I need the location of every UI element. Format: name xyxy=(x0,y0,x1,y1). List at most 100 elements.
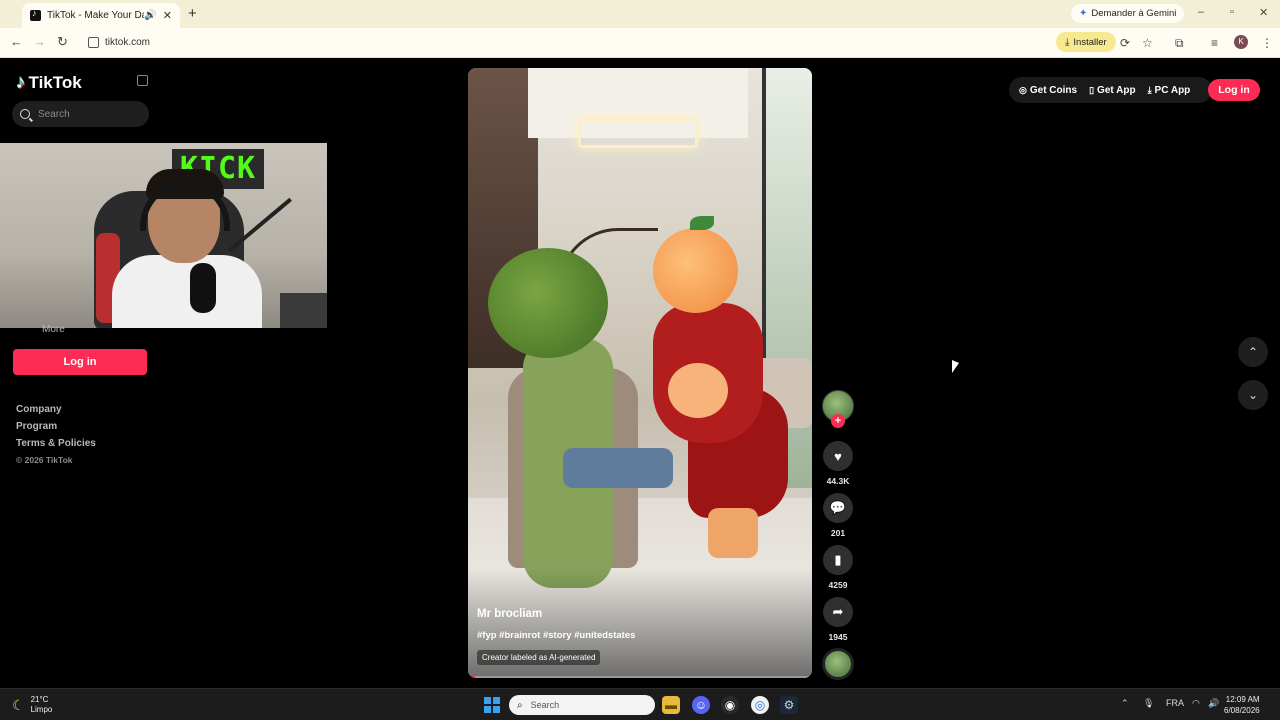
get-app-button[interactable]: ▯ Get App xyxy=(1089,85,1135,96)
clock-date: 6/08/2026 xyxy=(1224,706,1260,715)
maximize-icon[interactable]: ▫ xyxy=(1230,6,1234,18)
get-coins-label: Get Coins xyxy=(1029,84,1078,96)
wifi-icon[interactable]: ◠ xyxy=(1192,698,1200,709)
header-login-button[interactable]: Log in xyxy=(1208,79,1260,101)
taskbar-search-placeholder: Search xyxy=(530,700,560,710)
extensions-icon[interactable]: ⧉ xyxy=(1175,36,1184,51)
clock-time: 12:09 AM xyxy=(1225,695,1260,704)
ceiling-light xyxy=(578,118,698,148)
tray-overflow-icon[interactable]: ⌃ xyxy=(1121,698,1129,709)
taskbar-search[interactable]: ⌕ Search xyxy=(509,695,655,715)
pc-app-label: PC App xyxy=(1154,84,1191,96)
comment-count: 201 xyxy=(830,528,846,538)
browser-tab[interactable]: TikTok - Make Your Day 🔊 ✕ xyxy=(22,3,180,28)
obs-icon[interactable]: ◉ xyxy=(721,696,739,714)
video-caption[interactable]: #fyp #brainrot #story #unitedstates xyxy=(477,630,635,641)
search-input[interactable]: Search xyxy=(12,101,149,127)
gemini-button[interactable]: ✦ Demander à Gemini xyxy=(1071,4,1185,23)
gemini-spark-icon: ✦ xyxy=(1079,8,1088,19)
discord-icon[interactable]: ☺ xyxy=(692,696,710,714)
save-count: 4259 xyxy=(828,580,848,590)
microphone xyxy=(190,263,216,313)
site-info-icon[interactable] xyxy=(88,37,99,48)
broccoli-character xyxy=(488,248,608,358)
tiktok-note-icon: ♪ xyxy=(16,72,26,93)
copyright: © 2026 TikTok xyxy=(16,455,73,465)
bookmark-star-icon[interactable]: ☆ xyxy=(1142,36,1153,50)
header-pill: ◎ Get Coins ▯ Get App ⤓ PC App xyxy=(1009,77,1213,103)
comment-button[interactable]: 💬 xyxy=(823,493,853,523)
volume-icon[interactable]: 🔊 xyxy=(1208,698,1219,709)
mouse-cursor-icon xyxy=(952,360,959,373)
header-actions: ◎ Get Coins ▯ Get App ⤓ PC App xyxy=(1009,77,1213,103)
chrome-icon[interactable]: ◎ xyxy=(751,696,769,714)
taskbar: ☾ 21°C Limpo ⌕ Search ▬ ☺ ◉ ◎ ⚙ ⌃ 🎙 FRA … xyxy=(0,688,1280,720)
close-window-icon[interactable]: ✕ xyxy=(1259,6,1268,19)
peach-character xyxy=(653,228,738,313)
search-icon: ⌕ xyxy=(517,699,523,711)
brand-name: TikTok xyxy=(28,73,82,92)
media-controls-icon[interactable]: ≡ xyxy=(1211,36,1218,50)
ai-generated-badge: Creator labeled as AI-generated xyxy=(477,650,601,665)
minimize-icon[interactable]: – xyxy=(1198,6,1204,18)
video-progress-bar[interactable] xyxy=(468,676,812,678)
follow-plus-icon[interactable]: + xyxy=(831,414,845,428)
next-video-button[interactable]: ⌄ xyxy=(1238,380,1268,410)
download-icon: ⤓ xyxy=(1147,84,1152,95)
reload-icon[interactable]: ↻ xyxy=(57,34,68,50)
tiktok-logo[interactable]: ♪ TikTok xyxy=(16,72,82,94)
collapse-sidebar-icon[interactable] xyxy=(137,75,148,86)
footer-link-program[interactable]: Program xyxy=(16,421,96,432)
sidebar-login-button[interactable]: Log in xyxy=(13,349,147,375)
share-button[interactable]: ➦ xyxy=(823,597,853,627)
windows-start-icon[interactable] xyxy=(484,697,500,713)
address-bar[interactable]: tiktok.com xyxy=(80,32,1105,54)
search-placeholder: Search xyxy=(38,108,70,120)
system-clock[interactable]: 12:09 AM 6/08/2026 xyxy=(1224,694,1260,716)
install-icon: ⤓ xyxy=(1065,36,1070,48)
comment-icon: 💬 xyxy=(829,500,847,515)
previous-video-button[interactable]: ⌃ xyxy=(1238,337,1268,367)
weather-condition: Limpo xyxy=(30,705,53,714)
steam-icon[interactable]: ⚙ xyxy=(780,696,798,714)
profile-avatar[interactable]: K xyxy=(1234,35,1248,49)
browser-tab-strip: TikTok - Make Your Day 🔊 ✕ + ✦ Demander … xyxy=(0,0,1280,28)
save-button[interactable]: ▮ xyxy=(823,545,853,575)
sidebar-item-more[interactable]: More xyxy=(42,324,65,335)
video-player[interactable]: Mr brocliam #fyp #brainrot #story #unite… xyxy=(468,68,812,678)
phone-icon: ▯ xyxy=(1089,84,1095,95)
get-coins-button[interactable]: ◎ Get Coins xyxy=(1019,85,1077,96)
webcam-overlay: KICK xyxy=(0,143,327,328)
install-label: Installer xyxy=(1073,36,1107,48)
microphone-icon[interactable]: 🎙 xyxy=(1143,698,1154,709)
weather-widget[interactable]: ☾ 21°C Limpo xyxy=(12,695,52,715)
footer-link-company[interactable]: Company xyxy=(16,404,96,415)
bookmark-icon: ▮ xyxy=(834,552,842,567)
share-count: 1945 xyxy=(828,632,848,642)
language-indicator[interactable]: FRA xyxy=(1166,698,1184,708)
speaker-icon[interactable]: 🔊 xyxy=(144,10,156,21)
translate-icon[interactable]: ⟳ xyxy=(1120,36,1130,50)
video-progress-fill xyxy=(468,676,475,678)
music-disc[interactable] xyxy=(822,648,854,680)
browser-toolbar: ← → ↻ tiktok.com ⤓ Installer ⟳ ☆ ⧉ ≡ K ⋮ xyxy=(0,28,1280,58)
video-author[interactable]: Mr brocliam xyxy=(477,608,542,620)
footer-link-terms[interactable]: Terms & Policies xyxy=(16,438,96,449)
url-text: tiktok.com xyxy=(105,37,151,48)
coin-icon: ◎ xyxy=(1019,84,1027,95)
install-app-button[interactable]: ⤓ Installer xyxy=(1056,32,1116,52)
browser-menu-icon[interactable]: ⋮ xyxy=(1261,36,1273,50)
back-icon[interactable]: ← xyxy=(10,34,23,49)
share-arrow-icon: ➦ xyxy=(832,604,844,619)
close-tab-icon[interactable]: ✕ xyxy=(163,9,172,22)
forward-icon[interactable]: → xyxy=(33,34,46,49)
pc-app-button[interactable]: ⤓ PC App xyxy=(1148,85,1191,96)
file-explorer-icon[interactable]: ▬ xyxy=(662,696,680,714)
new-tab-button[interactable]: + xyxy=(188,5,197,22)
footer-links: Company Program Terms & Policies © 2026 … xyxy=(16,404,96,471)
moon-icon: ☾ xyxy=(12,696,25,713)
temperature: 21°C xyxy=(30,695,49,704)
search-icon xyxy=(20,109,30,119)
like-button[interactable]: ♥ xyxy=(823,441,853,471)
chevron-down-icon: ⌄ xyxy=(1247,388,1259,402)
